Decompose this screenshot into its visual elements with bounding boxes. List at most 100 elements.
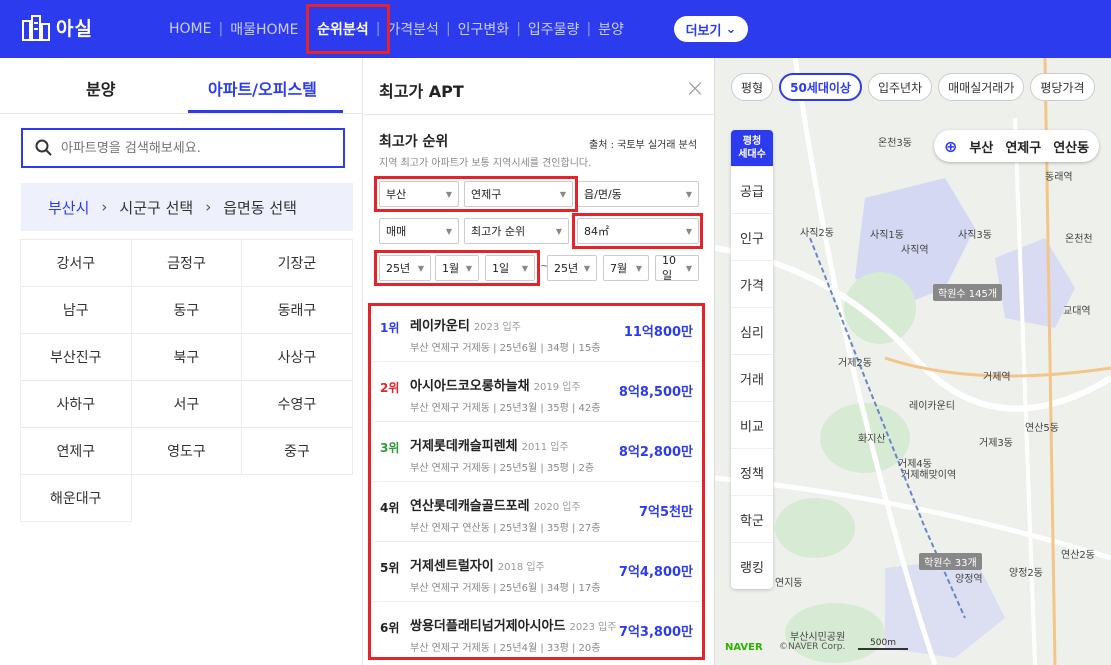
side-compare[interactable]: 비교 bbox=[731, 401, 773, 448]
dong-select[interactable]: 읍/면/동 ▼ bbox=[577, 181, 699, 207]
district-cell[interactable]: 북구 bbox=[130, 333, 243, 381]
side-top-line2: 세대수 bbox=[738, 149, 766, 160]
map-label: 사직1동 bbox=[870, 230, 904, 241]
logo[interactable]: 아실 bbox=[22, 14, 93, 41]
district-cell[interactable]: 금정구 bbox=[130, 239, 243, 287]
side-transaction[interactable]: 거래 bbox=[731, 354, 773, 401]
breadcrumb-city[interactable]: 부산시 bbox=[48, 197, 89, 218]
rank-number: 3위 bbox=[380, 441, 400, 455]
ranking-item[interactable]: 3위 거제롯데캐슬피렌체 2011 입주 부산 연제구 거제동 | 25년5월 |… bbox=[373, 426, 701, 482]
data-source: 출처 : 국토부 실거래 분석 bbox=[589, 140, 698, 151]
district-cell[interactable]: 중구 bbox=[241, 427, 353, 475]
apartment-name: 연산롯데캐슬골드포레 bbox=[410, 499, 530, 514]
apartment-meta: 부산 연제구 거제동 | 25년6월 | 34평 | 15층 bbox=[410, 343, 601, 354]
map-copyright: ©NAVER Corp. bbox=[779, 642, 846, 652]
nav-home[interactable]: HOME bbox=[163, 21, 217, 37]
district-cell[interactable]: 연제구 bbox=[20, 427, 132, 475]
district-cell[interactable]: 사하구 bbox=[20, 380, 132, 428]
building-logo-icon bbox=[22, 14, 50, 41]
chip-actual-price[interactable]: 매매실거래가 bbox=[938, 73, 1025, 101]
breadcrumb-dong[interactable]: 읍면동 선택 bbox=[223, 197, 297, 218]
chip-size[interactable]: 평형 bbox=[731, 73, 774, 101]
side-ranking[interactable]: 랭킹 bbox=[731, 542, 773, 589]
nav-population[interactable]: 인구변화 bbox=[452, 19, 516, 39]
district-cell[interactable]: 기장군 bbox=[241, 239, 353, 287]
crosshair-icon: ⊕ bbox=[944, 136, 958, 156]
location-dong[interactable]: 연산동 bbox=[1053, 137, 1089, 156]
apartment-meta: 부산 연제구 거제동 | 25년6월 | 34평 | 17층 bbox=[410, 583, 601, 594]
rank-order-value: 최고가 순위 bbox=[471, 225, 526, 238]
nav-listing-home[interactable]: 매물HOME bbox=[224, 19, 304, 39]
district-cell[interactable]: 강서구 bbox=[20, 239, 132, 287]
search-input[interactable] bbox=[61, 140, 321, 156]
rank-description: 지역 최고가 아파트가 보통 지역시세를 견인합니다. bbox=[379, 158, 592, 169]
ranking-item[interactable]: 1위 레이카운티 2023 입주 부산 연제구 거제동 | 25년6월 | 34평… bbox=[373, 306, 701, 362]
more-button[interactable]: 더보기 ⌄ bbox=[674, 16, 748, 42]
side-top-line1: 평청 bbox=[742, 136, 762, 147]
nav-presale[interactable]: 분양 bbox=[592, 19, 630, 39]
to-month-select[interactable]: 7월 ▼ bbox=[603, 255, 649, 281]
side-sentiment[interactable]: 심리 bbox=[731, 307, 773, 354]
apartment-search-box[interactable] bbox=[21, 128, 345, 168]
district-cell[interactable]: 남구 bbox=[20, 286, 132, 334]
map-label: 온천3동 bbox=[878, 138, 912, 149]
active-nav-highlight bbox=[306, 4, 390, 54]
location-city[interactable]: 부산 bbox=[969, 137, 993, 156]
area-filter-highlight bbox=[572, 213, 703, 249]
map-side-menu: 평청 세대수 공급 인구 가격 심리 거래 비교 정책 학군 랭킹 bbox=[731, 130, 773, 589]
rank-order-select[interactable]: 최고가 순위 ▼ bbox=[464, 218, 569, 244]
side-supply[interactable]: 공급 bbox=[731, 166, 773, 213]
district-cell[interactable]: 해운대구 bbox=[20, 474, 132, 522]
apartment-meta: 부산 연제구 거제동 | 25년4월 | 33평 | 20층 bbox=[410, 643, 601, 654]
close-icon[interactable]: × bbox=[685, 74, 705, 102]
side-price[interactable]: 가격 bbox=[731, 260, 773, 307]
side-school[interactable]: 학군 bbox=[731, 495, 773, 542]
ranking-item[interactable]: 2위 아시아드코오롱하늘채 2019 입주 부산 연제구 거제동 | 25년3월 … bbox=[373, 366, 701, 422]
chevron-right-icon: › bbox=[205, 198, 212, 216]
ranking-item[interactable]: 4위 연산롯데캐슬골드포레 2020 입주 부산 연제구 연산동 | 25년3월 … bbox=[373, 486, 701, 542]
side-menu-active[interactable]: 평청 세대수 bbox=[731, 130, 773, 166]
map-label: 거제해맞이역 bbox=[901, 470, 957, 481]
tab-apartment-officetel[interactable]: 아파트/오피스텔 bbox=[208, 76, 317, 100]
district-cell[interactable]: 동구 bbox=[130, 286, 243, 334]
move-in-year: 2023 입주 bbox=[569, 622, 617, 633]
chip-years[interactable]: 입주년차 bbox=[867, 73, 933, 101]
deal-type-select[interactable]: 매매 ▼ bbox=[379, 218, 459, 244]
rank-number: 6위 bbox=[380, 621, 400, 635]
district-cell[interactable]: 수영구 bbox=[241, 380, 353, 428]
region-panel: 분양 아파트/오피스텔 부산시 › 시군구 선택 › 읍면동 선택 강서구 금정… bbox=[0, 58, 363, 665]
nav-divider: | bbox=[516, 21, 521, 37]
side-population[interactable]: 인구 bbox=[731, 213, 773, 260]
apartment-price: 7억5천만 bbox=[639, 505, 693, 520]
ranking-item[interactable]: 6위 쌍용더플래티넘거제아시아드 2023 입주 부산 연제구 거제동 | 25년… bbox=[373, 606, 701, 661]
map-view[interactable]: 평형 50세대이상 입주년차 매매실거래가 평당가격 평청 세대수 공급 인구 … bbox=[715, 58, 1111, 665]
district-cell[interactable]: 사상구 bbox=[241, 333, 353, 381]
nav-divider: | bbox=[586, 21, 592, 37]
chip-price-per-pyeong[interactable]: 평당가격 bbox=[1030, 73, 1095, 101]
nav-price-analysis[interactable]: 가격분석 bbox=[381, 19, 445, 39]
district-cell[interactable]: 부산진구 bbox=[20, 333, 132, 381]
nav-move-in[interactable]: 입주물량 bbox=[522, 19, 586, 39]
breadcrumb-district[interactable]: 시군구 선택 bbox=[119, 197, 193, 218]
district-cell[interactable]: 동래구 bbox=[241, 286, 353, 334]
ranking-item[interactable]: 5위 거제센트럴자이 2018 입주 부산 연제구 거제동 | 25년6월 | 3… bbox=[373, 546, 701, 602]
academy-count-badge[interactable]: 학원수 33개 bbox=[919, 553, 982, 570]
tab-presale[interactable]: 분양 bbox=[86, 76, 115, 100]
map-label: 화지산 bbox=[858, 434, 886, 445]
district-cell[interactable]: 서구 bbox=[130, 380, 243, 428]
rank-number: 2위 bbox=[380, 381, 400, 395]
caret-down-icon: ▼ bbox=[583, 263, 590, 273]
top-navigation-bar: 아실 HOME | 매물HOME | 순위분석 | 가격분석 | 인구변화 | … bbox=[0, 0, 1111, 58]
academy-count-badge[interactable]: 학원수 145개 bbox=[933, 284, 1003, 301]
location-selector[interactable]: ⊕ 부산 연제구 연산동 bbox=[934, 130, 1100, 162]
location-district[interactable]: 연제구 bbox=[1005, 137, 1041, 156]
move-in-year: 2019 입주 bbox=[533, 382, 581, 393]
district-cell[interactable]: 영도구 bbox=[130, 427, 243, 475]
to-day-select[interactable]: 10일 ▼ bbox=[655, 254, 699, 282]
apartment-name-wrap: 연산롯데캐슬골드포레 2020 입주 bbox=[410, 495, 581, 514]
to-year-select[interactable]: 25년 ▼ bbox=[547, 255, 597, 281]
nav-divider: | bbox=[218, 21, 224, 37]
map-filter-chips: 평형 50세대이상 입주년차 매매실거래가 평당가격 bbox=[731, 73, 1095, 101]
chip-50-households[interactable]: 50세대이상 bbox=[779, 73, 862, 101]
side-policy[interactable]: 정책 bbox=[731, 448, 773, 495]
